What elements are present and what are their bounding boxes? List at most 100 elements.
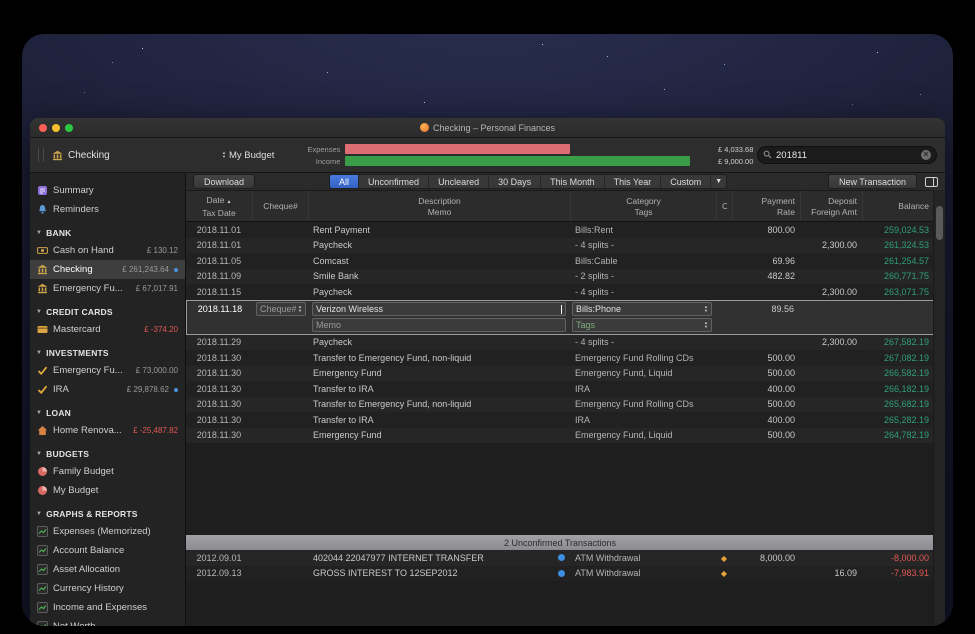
column-header-balance[interactable]: Balance: [862, 191, 934, 221]
sidebar-section-credit-cards[interactable]: ▼CREDIT CARDS: [30, 303, 185, 320]
sidebar-item-label: Asset Allocation: [53, 564, 178, 575]
app-icon: [420, 123, 429, 132]
description-input[interactable]: Verizon Wireless: [312, 302, 566, 316]
sidebar-item-emergency-fu[interactable]: Emergency Fu...£ 67,017.91: [30, 279, 185, 298]
column-header-cleared[interactable]: C: [716, 191, 732, 221]
transaction-row[interactable]: 2018.11.29 Paycheck - 4 splits - 2,300.0…: [186, 335, 934, 351]
sidebar-item-my-budget[interactable]: My Budget: [30, 481, 185, 500]
sidebar-item-account-balance[interactable]: Account Balance: [30, 541, 185, 560]
sidebar-section-loan[interactable]: ▼LOAN: [30, 404, 185, 421]
transaction-description: Transfer to IRA: [308, 415, 570, 425]
sidebar-item-checking[interactable]: Checking£ 261,243.64: [30, 260, 185, 279]
sidebar-item-currency-history[interactable]: Currency History: [30, 579, 185, 598]
sidebar-item-cash-on-hand[interactable]: Cash on Hand£ 130.12: [30, 241, 185, 260]
column-header-date[interactable]: Date▲ Tax Date: [186, 191, 252, 221]
sidebar-item-net-worth[interactable]: Net Worth: [30, 617, 185, 626]
sidebar-item-reminders[interactable]: Reminders: [30, 200, 185, 219]
sidebar-item-emergency-fu[interactable]: Emergency Fu...£ 73,000.00: [30, 361, 185, 380]
transaction-row[interactable]: 2012.09.13 GROSS INTEREST TO 12SEP2012 A…: [186, 566, 934, 582]
filter-tab-this-year[interactable]: This Year: [604, 175, 661, 188]
editor-payment[interactable]: 89.56: [731, 304, 799, 314]
sidebar-item-ira[interactable]: IRA£ 29,878.62: [30, 380, 185, 399]
sidebar-item-home-renova[interactable]: Home Renova...£ -25,487.82: [30, 421, 185, 440]
transaction-balance: 267,082.19: [862, 353, 934, 363]
transaction-row[interactable]: 2018.11.30 Transfer to IRA IRA 400.00 26…: [186, 412, 934, 428]
transaction-row[interactable]: 2018.11.30 Transfer to Emergency Fund, n…: [186, 350, 934, 366]
editor-date[interactable]: 2018.11.18: [187, 304, 253, 314]
window-titlebar[interactable]: Checking – Personal Finances: [30, 118, 945, 138]
clear-search-button[interactable]: ✕: [921, 150, 931, 160]
transaction-row[interactable]: 2018.11.30 Emergency Fund Emergency Fund…: [186, 428, 934, 444]
transaction-deposit: 2,300.00: [800, 240, 862, 250]
column-header-category[interactable]: Category Tags: [570, 191, 716, 221]
column-header-deposit[interactable]: Deposit Foreign Amt: [800, 191, 862, 221]
custom-range-dropdown-icon[interactable]: ▼: [710, 175, 726, 188]
vertical-scrollbar[interactable]: [933, 190, 945, 626]
chart-icon: [37, 564, 48, 575]
sidebar-item-income-and-expenses[interactable]: Income and Expenses: [30, 598, 185, 617]
transaction-row[interactable]: 2018.11.01 Paycheck - 4 splits - 2,300.0…: [186, 238, 934, 254]
filter-tab-custom[interactable]: Custom: [660, 175, 710, 188]
search-field[interactable]: ✕: [757, 146, 937, 164]
filter-tab-unconfirmed[interactable]: Unconfirmed: [358, 175, 428, 188]
download-button[interactable]: Download: [193, 174, 255, 189]
minimize-window-button[interactable]: [52, 124, 60, 132]
sidebar-item-label: Mastercard: [53, 324, 139, 335]
sidebar-item-expenses-memorized[interactable]: Expenses (Memorized): [30, 522, 185, 541]
sidebar-item-mastercard[interactable]: Mastercard£ -374.20: [30, 320, 185, 339]
bell-icon: [37, 204, 48, 215]
transaction-row[interactable]: 2012.09.01 402044 22047977 INTERNET TRAN…: [186, 550, 934, 566]
filter-tab-30-days[interactable]: 30 Days: [488, 175, 540, 188]
bank-status-icon: [558, 554, 565, 561]
transaction-row[interactable]: 2018.11.30 Transfer to Emergency Fund, n…: [186, 397, 934, 413]
transaction-row[interactable]: 2018.11.15 Paycheck - 4 splits - 2,300.0…: [186, 284, 934, 300]
transaction-row[interactable]: 2018.11.30 Emergency Fund Emergency Fund…: [186, 366, 934, 382]
transaction-description: Transfer to IRA: [308, 384, 570, 394]
search-input[interactable]: [776, 150, 917, 161]
transaction-description: GROSS INTEREST TO 12SEP2012: [308, 568, 570, 578]
sidebar-section-graphs-reports[interactable]: ▼GRAPHS & REPORTS: [30, 505, 185, 522]
expenses-amount: £ 4,033.68: [695, 145, 753, 154]
filter-tab-this-month[interactable]: This Month: [540, 175, 604, 188]
zoom-window-button[interactable]: [65, 124, 73, 132]
tags-select[interactable]: Tags▲▼: [572, 318, 712, 332]
sidebar-item-family-budget[interactable]: Family Budget: [30, 462, 185, 481]
register-empty-space: [186, 443, 934, 535]
sidebar-section-bank[interactable]: ▼BANK: [30, 224, 185, 241]
category-select[interactable]: Bills:Phone▲▼: [572, 302, 712, 316]
transaction-balance: 259,024.53: [862, 225, 934, 235]
transaction-deposit: 2,300.00: [800, 287, 862, 297]
filter-tab-all[interactable]: All: [330, 175, 358, 188]
toggle-panel-icon[interactable]: [925, 177, 938, 187]
sidebar-section-title: CREDIT CARDS: [46, 307, 113, 317]
sidebar-item-label: Emergency Fu...: [53, 365, 131, 376]
transaction-row[interactable]: 2018.11.30 Transfer to IRA IRA 400.00 26…: [186, 381, 934, 397]
sidebar-resize-handle-icon[interactable]: [38, 148, 44, 162]
transaction-cleared: ◆: [716, 553, 732, 563]
new-transaction-button[interactable]: New Transaction: [828, 174, 917, 189]
sidebar-item-summary[interactable]: Summary: [30, 181, 185, 200]
transaction-category: Bills:Rent: [570, 225, 716, 235]
cheque-select[interactable]: Cheque#▲▼: [256, 302, 306, 316]
filter-tab-uncleared[interactable]: Uncleared: [428, 175, 488, 188]
transaction-row[interactable]: 2018.11.05 Comcast Bills:Cable 69.96 261…: [186, 253, 934, 269]
budget-selector[interactable]: ▲▼ My Budget: [222, 150, 274, 161]
chart-icon: [37, 526, 48, 537]
column-header-cheque[interactable]: Cheque#: [252, 191, 308, 221]
stepper-icon: ▲▼: [704, 305, 708, 313]
sidebar-section-investments[interactable]: ▼INVESTMENTS: [30, 344, 185, 361]
close-window-button[interactable]: [39, 124, 47, 132]
transaction-row[interactable]: 2018.11.09 Smile Bank - 2 splits - 482.8…: [186, 269, 934, 285]
transaction-balance: 265,282.19: [862, 415, 934, 425]
scrollbar-thumb[interactable]: [936, 206, 943, 240]
memo-input[interactable]: Memo: [312, 318, 566, 332]
transaction-payment: 400.00: [732, 384, 800, 394]
app-window: Checking – Personal Finances Checking ▲▼…: [30, 118, 945, 626]
sidebar-section-budgets[interactable]: ▼BUDGETS: [30, 445, 185, 462]
column-header-description[interactable]: Description Memo: [308, 191, 570, 221]
sidebar-item-asset-allocation[interactable]: Asset Allocation: [30, 560, 185, 579]
transaction-balance: 266,182.19: [862, 384, 934, 394]
transaction-row[interactable]: 2018.11.01 Rent Payment Bills:Rent 800.0…: [186, 222, 934, 238]
column-header-payment[interactable]: Payment Rate: [732, 191, 800, 221]
transaction-editor[interactable]: 2018.11.18 Cheque#▲▼ Verizon Wireless Bi…: [186, 300, 934, 335]
